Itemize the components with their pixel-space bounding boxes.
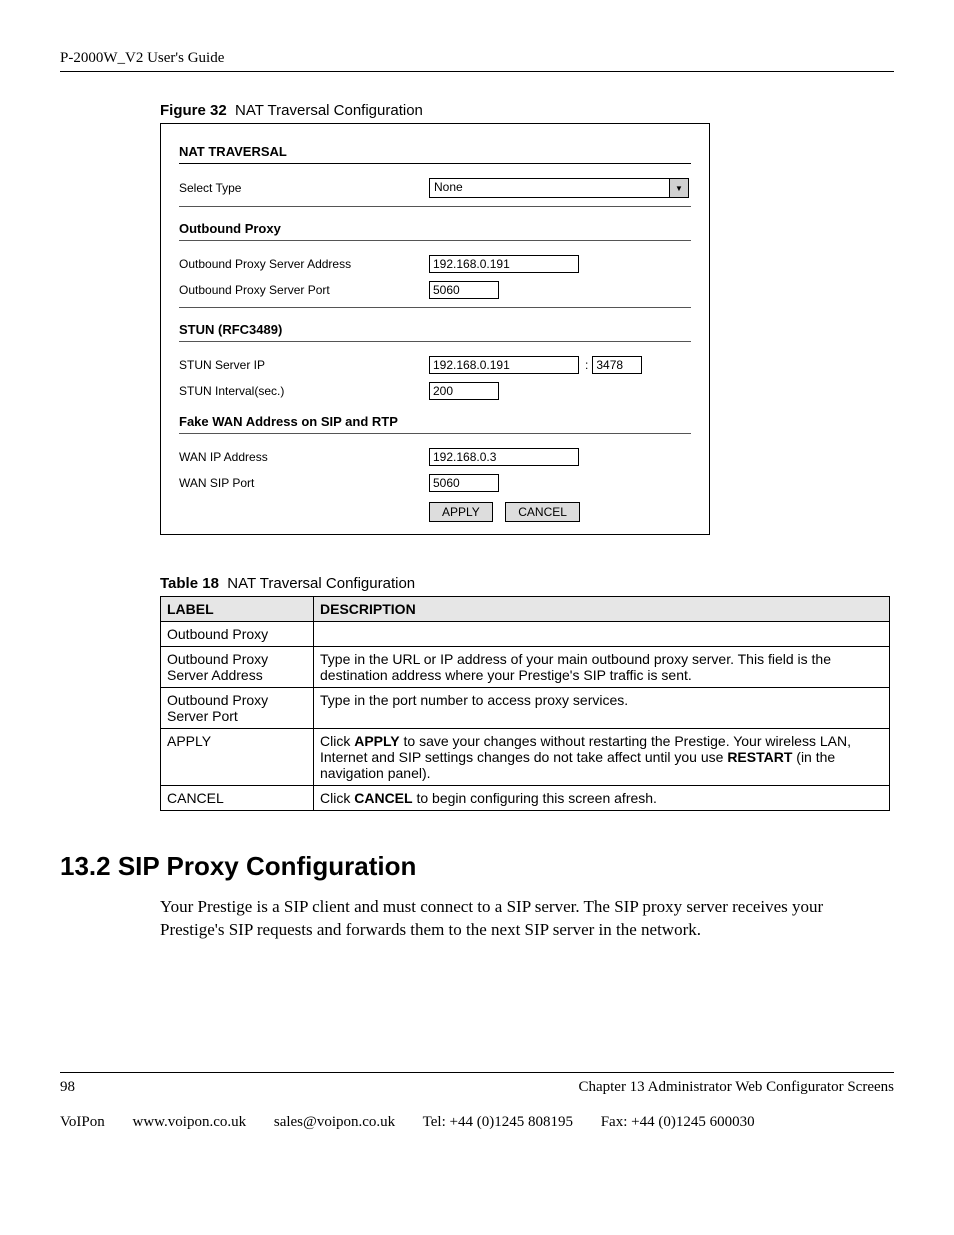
table-caption-text: NAT Traversal Configuration xyxy=(227,575,415,592)
stun-interval-input[interactable] xyxy=(429,382,499,400)
table-row: CANCEL Click CANCEL to begin configuring… xyxy=(161,786,890,811)
table-cell-label: CANCEL xyxy=(161,786,314,811)
divider xyxy=(179,206,691,207)
table-row: Outbound Proxy Server Port Type in the p… xyxy=(161,688,890,729)
footer-url: www.voipon.co.uk xyxy=(133,1114,247,1130)
divider xyxy=(179,163,691,164)
table-cell-desc: Click CANCEL to begin configuring this s… xyxy=(314,786,890,811)
cancel-button[interactable]: CANCEL xyxy=(505,502,580,522)
table-header-description: DESCRIPTION xyxy=(314,597,890,622)
fake-wan-title: Fake WAN Address on SIP and RTP xyxy=(179,414,691,429)
colon-separator: : xyxy=(585,358,588,372)
table-cell-label: Outbound Proxy Server Address xyxy=(161,647,314,688)
table-caption: Table 18 NAT Traversal Configuration xyxy=(160,575,894,592)
table-header-label: LABEL xyxy=(161,597,314,622)
section-heading: 13.2 SIP Proxy Configuration xyxy=(60,851,894,882)
outbound-proxy-title: Outbound Proxy xyxy=(179,221,691,236)
outbound-port-input[interactable] xyxy=(429,281,499,299)
select-type-dropdown[interactable]: None ▼ xyxy=(429,178,689,198)
divider xyxy=(179,307,691,308)
wan-port-input[interactable] xyxy=(429,474,499,492)
divider xyxy=(179,433,691,434)
divider xyxy=(179,341,691,342)
table-row: Outbound Proxy xyxy=(161,622,890,647)
divider xyxy=(179,240,691,241)
table-cell-desc: Type in the port number to access proxy … xyxy=(314,688,890,729)
table-cell-label: Outbound Proxy Server Port xyxy=(161,688,314,729)
table-row: APPLY Click APPLY to save your changes w… xyxy=(161,729,890,786)
page-number: 98 xyxy=(60,1079,75,1096)
table-cell-desc: Click APPLY to save your changes without… xyxy=(314,729,890,786)
footer-contact: VoIPon www.voipon.co.uk sales@voipon.co.… xyxy=(60,1114,894,1131)
table-cell-desc: Type in the URL or IP address of your ma… xyxy=(314,647,890,688)
table-cell-desc xyxy=(314,622,890,647)
nat-config-table: LABEL DESCRIPTION Outbound Proxy Outboun… xyxy=(160,596,890,811)
stun-ip-input[interactable] xyxy=(429,356,579,374)
outbound-address-label: Outbound Proxy Server Address xyxy=(179,257,429,271)
footer-company: VoIPon xyxy=(60,1114,105,1130)
outbound-address-input[interactable] xyxy=(429,255,579,273)
footer-email: sales@voipon.co.uk xyxy=(274,1114,395,1130)
wan-ip-input[interactable] xyxy=(429,448,579,466)
stun-interval-label: STUN Interval(sec.) xyxy=(179,384,429,398)
chapter-label: Chapter 13 Administrator Web Configurato… xyxy=(578,1079,894,1096)
stun-ip-label: STUN Server IP xyxy=(179,358,429,372)
wan-ip-label: WAN IP Address xyxy=(179,450,429,464)
stun-title: STUN (RFC3489) xyxy=(179,322,691,337)
wan-port-label: WAN SIP Port xyxy=(179,476,429,490)
apply-button[interactable]: APPLY xyxy=(429,502,493,522)
table-cell-label: Outbound Proxy xyxy=(161,622,314,647)
outbound-port-label: Outbound Proxy Server Port xyxy=(179,283,429,297)
section-body: Your Prestige is a SIP client and must c… xyxy=(160,896,890,942)
table-row: Outbound Proxy Server Address Type in th… xyxy=(161,647,890,688)
footer-fax: Fax: +44 (0)1245 600030 xyxy=(601,1114,755,1130)
figure-caption-text: NAT Traversal Configuration xyxy=(235,102,423,119)
figure-caption-label: Figure 32 xyxy=(160,102,227,119)
footer-tel: Tel: +44 (0)1245 808195 xyxy=(423,1114,573,1130)
nat-traversal-title: NAT TRAVERSAL xyxy=(179,144,691,159)
doc-header: P-2000W_V2 User's Guide xyxy=(60,50,894,72)
figure-nat-traversal: NAT TRAVERSAL Select Type None ▼ Outboun… xyxy=(160,123,710,535)
select-type-label: Select Type xyxy=(179,181,429,195)
figure-caption: Figure 32 NAT Traversal Configuration xyxy=(160,102,894,119)
table-caption-label: Table 18 xyxy=(160,575,219,592)
table-cell-label: APPLY xyxy=(161,729,314,786)
chevron-down-icon[interactable]: ▼ xyxy=(669,179,688,197)
select-type-value: None xyxy=(430,179,669,197)
stun-port-input[interactable] xyxy=(592,356,642,374)
